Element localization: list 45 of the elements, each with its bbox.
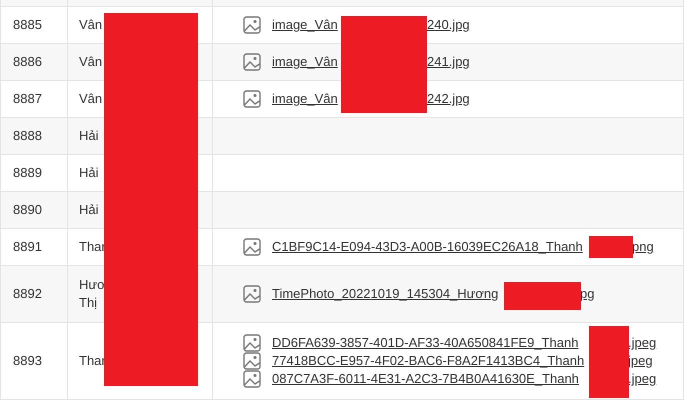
row-id: 8892 [13, 285, 42, 304]
row-id: 8888 [13, 127, 42, 146]
row-id: 8889 [13, 164, 42, 182]
name-text: Hươ [79, 276, 107, 294]
row-id: 8890 [13, 201, 42, 220]
row-id: 8886 [13, 53, 42, 72]
name-text: Thar [79, 238, 107, 256]
file-link[interactable]: 241.jpg [427, 53, 470, 71]
row-id: 8893 [13, 352, 42, 370]
name-text: Thị [79, 294, 98, 312]
name-text: Thar [79, 352, 107, 370]
row-id: 8887 [13, 90, 42, 108]
image-icon [243, 285, 261, 303]
image-icon [243, 352, 261, 370]
image-icon [243, 370, 261, 388]
file-link[interactable]: .jpeg [628, 370, 656, 388]
file-link[interactable]: 240.jpg [427, 16, 470, 34]
file-link[interactable]: C1BF9C14-E094-43D3-A00B-16039EC26A18_Thanh [272, 239, 583, 254]
file-link[interactable]: .jpeg [628, 334, 656, 352]
name-text: Vân [79, 53, 104, 71]
image-icon [243, 90, 261, 108]
file-link[interactable]: image_Vân [272, 54, 338, 69]
file-link[interactable]: png [632, 238, 654, 256]
image-icon [243, 53, 261, 71]
file-link[interactable]: jpeg [628, 352, 653, 370]
file-link[interactable]: 77418BCC-E957-4F02-BAC6-F8A2F1413BC4_Thanh [272, 353, 584, 368]
name-text: Hải [79, 164, 100, 182]
file-link[interactable]: TimePhoto_20221019_145304_Hương [272, 286, 498, 301]
name-text: Vân [79, 16, 104, 34]
row-id: 8885 [13, 16, 42, 34]
redaction-block [589, 236, 633, 258]
redaction-block [589, 326, 629, 398]
image-icon [243, 334, 261, 352]
file-link[interactable]: DD6FA639-3857-401D-AF33-40A650841FE9_Thanh [272, 335, 578, 350]
file-link[interactable]: pg [580, 285, 594, 303]
file-link[interactable]: 087C7A3F-6011-4E31-A2C3-7B4B0A41630E_Thanh [272, 371, 579, 386]
row-id: 8891 [13, 238, 42, 256]
name-text: Vân [79, 90, 104, 108]
image-icon [243, 16, 261, 34]
file-link[interactable]: image_Vân [272, 17, 338, 32]
name-text: Hải [79, 127, 100, 145]
file-link[interactable]: image_Vân [272, 91, 338, 106]
name-text: Hải [79, 201, 100, 219]
file-link[interactable]: 242.jpg [427, 90, 470, 108]
image-icon [243, 238, 261, 256]
